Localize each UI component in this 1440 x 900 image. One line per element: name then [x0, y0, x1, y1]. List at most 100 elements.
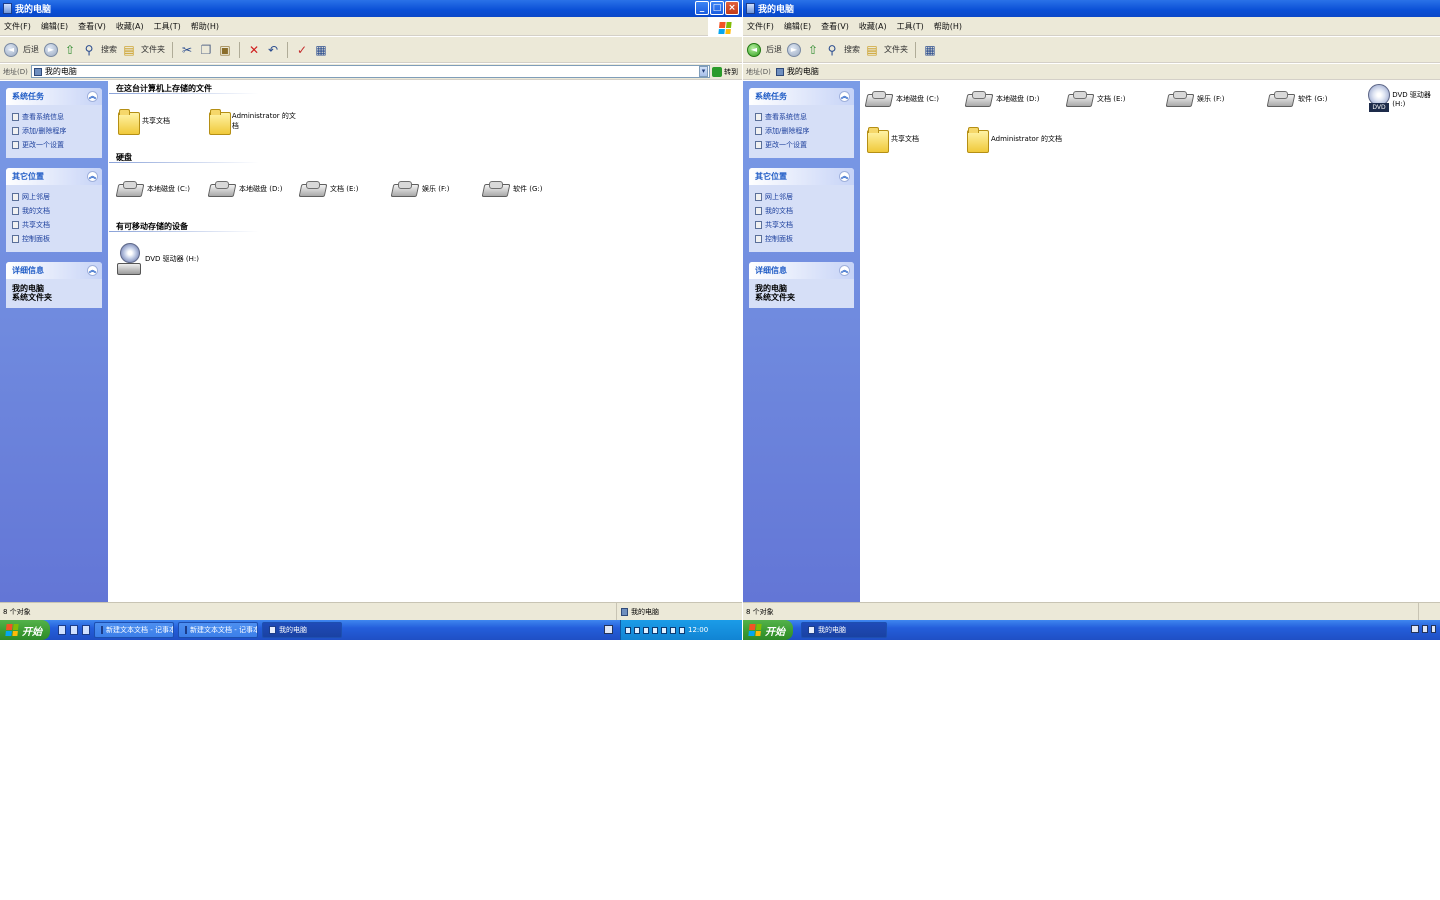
drive-item[interactable]: 娱乐 (F:): [392, 181, 450, 197]
views-icon[interactable]: ▦: [314, 43, 328, 57]
internet-explorer-icon[interactable]: [70, 625, 78, 635]
folder-item[interactable]: 共享文档: [118, 109, 170, 135]
window-titlebar[interactable]: 我的电脑 _ □ ×: [0, 0, 742, 17]
collapse-chevron-icon[interactable]: ︽: [87, 91, 98, 102]
up-folder-icon[interactable]: ⇧: [806, 43, 820, 57]
copy-icon[interactable]: ❐: [199, 43, 213, 57]
up-folder-icon[interactable]: ⇧: [63, 43, 77, 57]
go-button[interactable]: 转到: [712, 66, 738, 77]
menu-tools[interactable]: 工具(T): [897, 21, 924, 32]
collapse-chevron-icon[interactable]: ︽: [87, 265, 98, 276]
place-network[interactable]: 网上邻居: [755, 190, 848, 204]
details-header[interactable]: 详细信息 ︽: [749, 262, 854, 279]
menu-favorites[interactable]: 收藏(A): [116, 21, 144, 32]
folders-icon[interactable]: ▤: [122, 43, 136, 57]
folders-label[interactable]: 文件夹: [884, 44, 908, 55]
search-icon[interactable]: ⚲: [825, 43, 839, 57]
drive-item[interactable]: 本地磁盘 (D:): [966, 91, 1039, 107]
tray-icon[interactable]: [625, 626, 631, 634]
network-status-icon[interactable]: [679, 626, 685, 634]
minimize-button[interactable]: _: [695, 1, 709, 15]
task-add-remove-programs[interactable]: 添加/删除程序: [12, 124, 96, 138]
forward-arrow-icon[interactable]: ►: [44, 42, 58, 57]
system-tasks-header[interactable]: 系统任务 ︽: [749, 88, 854, 105]
drive-item[interactable]: 文档 (E:): [1067, 91, 1125, 107]
drive-item[interactable]: 本地磁盘 (C:): [117, 181, 190, 197]
window-titlebar[interactable]: 我的电脑: [743, 0, 1440, 17]
taskbar-button-my-computer[interactable]: 我的电脑: [801, 622, 887, 638]
drive-item[interactable]: 本地磁盘 (D:): [209, 181, 282, 197]
delete-icon[interactable]: ✕: [247, 43, 261, 57]
menu-view[interactable]: 查看(V): [821, 21, 849, 32]
volume-icon[interactable]: [670, 626, 676, 634]
back-label[interactable]: 后退: [766, 44, 782, 55]
back-label[interactable]: 后退: [23, 44, 39, 55]
place-shared-documents[interactable]: 共享文档: [12, 218, 96, 232]
clock[interactable]: 12:00: [688, 626, 708, 634]
tray-icon[interactable]: [643, 626, 649, 634]
menu-file[interactable]: 文件(F): [747, 21, 774, 32]
taskbar-button-notepad[interactable]: 新建文本文档 - 记事本: [94, 622, 174, 638]
details-header[interactable]: 详细信息 ︽: [6, 262, 102, 279]
start-button[interactable]: 开始: [743, 620, 793, 640]
menu-favorites[interactable]: 收藏(A): [859, 21, 887, 32]
menu-help[interactable]: 帮助(H): [191, 21, 219, 32]
task-add-remove-programs[interactable]: 添加/删除程序: [755, 124, 848, 138]
place-my-documents[interactable]: 我的文档: [12, 204, 96, 218]
tray-icon[interactable]: [1422, 625, 1428, 633]
collapse-chevron-icon[interactable]: ︽: [839, 265, 850, 276]
address-input[interactable]: 我的电脑: [774, 65, 1440, 78]
other-places-header[interactable]: 其它位置 ︽: [6, 168, 102, 185]
menu-edit[interactable]: 编辑(E): [41, 21, 68, 32]
back-arrow-icon[interactable]: ◄: [747, 42, 761, 57]
taskbar-button-my-computer[interactable]: 我的电脑: [262, 622, 342, 638]
dvd-drive-item[interactable]: DVD 驱动器 (H:): [1367, 84, 1440, 114]
tray-icon[interactable]: [1431, 625, 1436, 633]
place-control-panel[interactable]: 控制面板: [755, 232, 848, 246]
folders-icon[interactable]: ▤: [865, 43, 879, 57]
place-shared-documents[interactable]: 共享文档: [755, 218, 848, 232]
collapse-chevron-icon[interactable]: ︽: [839, 91, 850, 102]
search-label[interactable]: 搜索: [844, 44, 860, 55]
cut-icon[interactable]: ✂: [180, 43, 194, 57]
search-label[interactable]: 搜索: [101, 44, 117, 55]
menu-file[interactable]: 文件(F): [4, 21, 31, 32]
tray-icon[interactable]: [652, 626, 658, 634]
task-change-setting[interactable]: 更改一个设置: [755, 138, 848, 152]
start-button[interactable]: 开始: [0, 620, 50, 640]
search-icon[interactable]: ⚲: [82, 43, 96, 57]
media-player-icon[interactable]: [82, 625, 90, 635]
address-dropdown-button[interactable]: ▾: [699, 66, 708, 77]
folder-item[interactable]: Administrator 的文档: [967, 127, 1062, 153]
folder-item[interactable]: 共享文档: [867, 127, 919, 153]
address-input[interactable]: 我的电脑: [30, 65, 710, 78]
language-bar-icon[interactable]: [604, 625, 613, 634]
paste-icon[interactable]: ▣: [218, 43, 232, 57]
tray-icon[interactable]: [1411, 625, 1419, 633]
tray-icon[interactable]: [634, 626, 640, 634]
drive-item[interactable]: 软件 (G:): [483, 181, 542, 197]
views-icon[interactable]: ▦: [923, 43, 937, 57]
menu-help[interactable]: 帮助(H): [934, 21, 962, 32]
system-tasks-header[interactable]: 系统任务 ︽: [6, 88, 102, 105]
menu-edit[interactable]: 编辑(E): [784, 21, 811, 32]
drive-item[interactable]: 娱乐 (F:): [1167, 91, 1225, 107]
restore-button[interactable]: □: [710, 1, 724, 15]
drive-item[interactable]: 本地磁盘 (C:): [866, 91, 939, 107]
taskbar-button-notepad[interactable]: 新建文本文档 - 记事本: [178, 622, 258, 638]
task-change-setting[interactable]: 更改一个设置: [12, 138, 96, 152]
show-desktop-icon[interactable]: [58, 625, 66, 635]
drive-item[interactable]: 软件 (G:): [1268, 91, 1327, 107]
task-view-system-info[interactable]: 查看系统信息: [12, 110, 96, 124]
place-control-panel[interactable]: 控制面板: [12, 232, 96, 246]
collapse-chevron-icon[interactable]: ︽: [87, 171, 98, 182]
place-network[interactable]: 网上邻居: [12, 190, 96, 204]
menu-view[interactable]: 查看(V): [78, 21, 106, 32]
forward-arrow-icon[interactable]: ►: [787, 42, 801, 57]
place-my-documents[interactable]: 我的文档: [755, 204, 848, 218]
task-view-system-info[interactable]: 查看系统信息: [755, 110, 848, 124]
back-arrow-icon[interactable]: ◄: [4, 42, 18, 57]
folder-item[interactable]: Administrator 的文档: [209, 109, 299, 135]
close-button[interactable]: ×: [725, 1, 739, 15]
collapse-chevron-icon[interactable]: ︽: [839, 171, 850, 182]
